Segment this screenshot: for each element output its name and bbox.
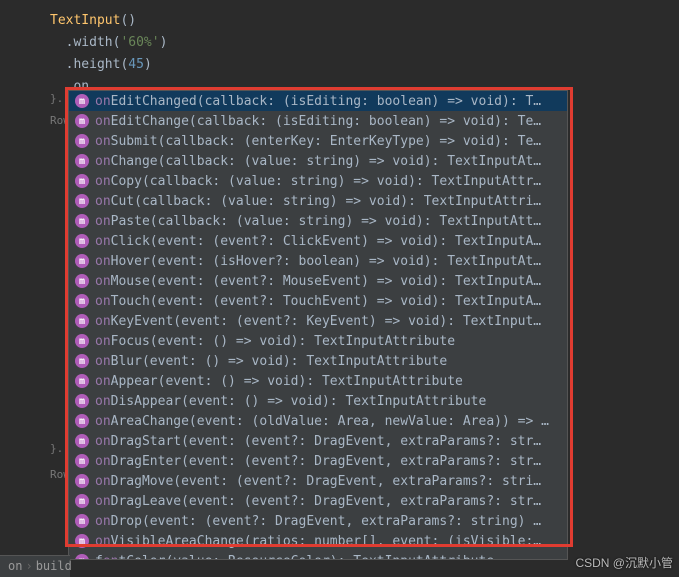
autocomplete-popup: m onEditChanged(callback: (isEditing: boo… [68, 90, 568, 560]
completion-item[interactable]: m onDragMove(event: (event?: DragEvent, e… [69, 471, 567, 491]
method-icon: m [75, 314, 89, 328]
completion-signature: onTouch(event: (event?: TouchEvent) => v… [95, 294, 541, 309]
method-icon: m [75, 394, 89, 408]
completion-signature: onBlur(event: () => void): TextInputAttr… [95, 354, 447, 369]
completion-item[interactable]: m onDragLeave(event: (event?: DragEvent, … [69, 491, 567, 511]
completion-signature: onDragEnter(event: (event?: DragEvent, e… [95, 454, 541, 469]
method-icon: m [75, 474, 89, 488]
method-icon: m [75, 294, 89, 308]
chevron-right-icon: › [25, 559, 32, 573]
completion-signature: onEditChange(callback: (isEditing: boole… [95, 114, 541, 129]
faded-brace: }. [50, 92, 63, 105]
completion-item[interactable]: m onDragStart(event: (event?: DragEvent, … [69, 431, 567, 451]
completion-item[interactable]: m onMouse(event: (event?: MouseEvent) => … [69, 271, 567, 291]
completion-signature: onAreaChange(event: (oldValue: Area, new… [95, 414, 549, 429]
completion-item[interactable]: m onKeyEvent(event: (event?: KeyEvent) =>… [69, 311, 567, 331]
completion-item[interactable]: m onAreaChange(event: (oldValue: Area, ne… [69, 411, 567, 431]
completion-item[interactable]: m onPaste(callback: (value: string) => vo… [69, 211, 567, 231]
method-icon: m [75, 114, 89, 128]
faded-brace-2: }. [50, 442, 63, 455]
completion-item[interactable]: m fontColor(value: ResourceColor): TextIn… [69, 551, 567, 559]
method-icon: m [75, 434, 89, 448]
completion-signature: fontColor(value: ResourceColor): TextInp… [95, 554, 494, 560]
completion-item[interactable]: m onDragEnter(event: (event?: DragEvent, … [69, 451, 567, 471]
method-icon: m [75, 334, 89, 348]
completion-item[interactable]: m onBlur(event: () => void): TextInputAtt… [69, 351, 567, 371]
completion-item[interactable]: m onCut(callback: (value: string) => void… [69, 191, 567, 211]
code-editor[interactable]: TextInput() .width('60%') .height(45) .o… [0, 0, 679, 98]
method-icon: m [75, 354, 89, 368]
crumb-1[interactable]: on [8, 559, 22, 573]
method-icon: m [75, 274, 89, 288]
completion-signature: onDrop(event: (event?: DragEvent, extraP… [95, 514, 541, 529]
completion-item[interactable]: m onClick(event: (event?: ClickEvent) => … [69, 231, 567, 251]
completion-item[interactable]: m onEditChanged(callback: (isEditing: boo… [69, 91, 567, 111]
completion-signature: onEditChanged(callback: (isEditing: bool… [95, 94, 541, 109]
completion-signature: onKeyEvent(event: (event?: KeyEvent) => … [95, 314, 541, 329]
method-icon: m [75, 194, 89, 208]
completion-item[interactable]: m onAppear(event: () => void): TextInputA… [69, 371, 567, 391]
completion-item[interactable]: m onChange(callback: (value: string) => v… [69, 151, 567, 171]
completion-signature: onDragMove(event: (event?: DragEvent, ex… [95, 474, 541, 489]
method-icon: m [75, 134, 89, 148]
crumb-2[interactable]: build [36, 559, 72, 573]
method-icon: m [75, 534, 89, 548]
completion-signature: onDisAppear(event: () => void): TextInpu… [95, 394, 486, 409]
method-icon: m [75, 554, 89, 559]
completion-signature: onCut(callback: (value: string) => void)… [95, 194, 541, 209]
method-icon: m [75, 214, 89, 228]
completion-signature: onHover(event: (isHover?: boolean) => vo… [95, 254, 541, 269]
completion-item[interactable]: m onCopy(callback: (value: string) => voi… [69, 171, 567, 191]
completion-signature: onCopy(callback: (value: string) => void… [95, 174, 541, 189]
completion-signature: onFocus(event: () => void): TextInputAtt… [95, 334, 455, 349]
completion-signature: onPaste(callback: (value: string) => voi… [95, 214, 541, 229]
completion-item[interactable]: m onSubmit(callback: (enterKey: EnterKeyT… [69, 131, 567, 151]
autocomplete-list[interactable]: m onEditChanged(callback: (isEditing: boo… [69, 91, 567, 559]
completion-item[interactable]: m onFocus(event: () => void): TextInputAt… [69, 331, 567, 351]
method-icon: m [75, 174, 89, 188]
faded-row-2: Row [50, 468, 70, 481]
completion-item[interactable]: m onEditChange(callback: (isEditing: bool… [69, 111, 567, 131]
completion-signature: onDragStart(event: (event?: DragEvent, e… [95, 434, 541, 449]
watermark: CSDN @沉默小管 [575, 554, 673, 571]
completion-item[interactable]: m onHover(event: (isHover?: boolean) => v… [69, 251, 567, 271]
method-icon: m [75, 414, 89, 428]
method-icon: m [75, 234, 89, 248]
method-icon: m [75, 374, 89, 388]
completion-item[interactable]: m onVisibleAreaChange(ratios: number[], e… [69, 531, 567, 551]
method-icon: m [75, 494, 89, 508]
completion-signature: onSubmit(callback: (enterKey: EnterKeyTy… [95, 134, 541, 149]
completion-signature: onMouse(event: (event?: MouseEvent) => v… [95, 274, 541, 289]
method-icon: m [75, 154, 89, 168]
method-icon: m [75, 94, 89, 108]
completion-signature: onVisibleAreaChange(ratios: number[], ev… [95, 534, 541, 549]
method-icon: m [75, 514, 89, 528]
method-icon: m [75, 454, 89, 468]
method-icon: m [75, 254, 89, 268]
completion-signature: onDragLeave(event: (event?: DragEvent, e… [95, 494, 541, 509]
completion-signature: onAppear(event: () => void): TextInputAt… [95, 374, 463, 389]
completion-item[interactable]: m onDisAppear(event: () => void): TextInp… [69, 391, 567, 411]
class-name: TextInput [50, 13, 120, 28]
faded-row-1: Row [50, 114, 70, 127]
completion-item[interactable]: m onTouch(event: (event?: TouchEvent) => … [69, 291, 567, 311]
completion-signature: onClick(event: (event?: ClickEvent) => v… [95, 234, 541, 249]
completion-item[interactable]: m onDrop(event: (event?: DragEvent, extra… [69, 511, 567, 531]
completion-signature: onChange(callback: (value: string) => vo… [95, 154, 541, 169]
breadcrumb[interactable]: on› build [0, 555, 70, 577]
